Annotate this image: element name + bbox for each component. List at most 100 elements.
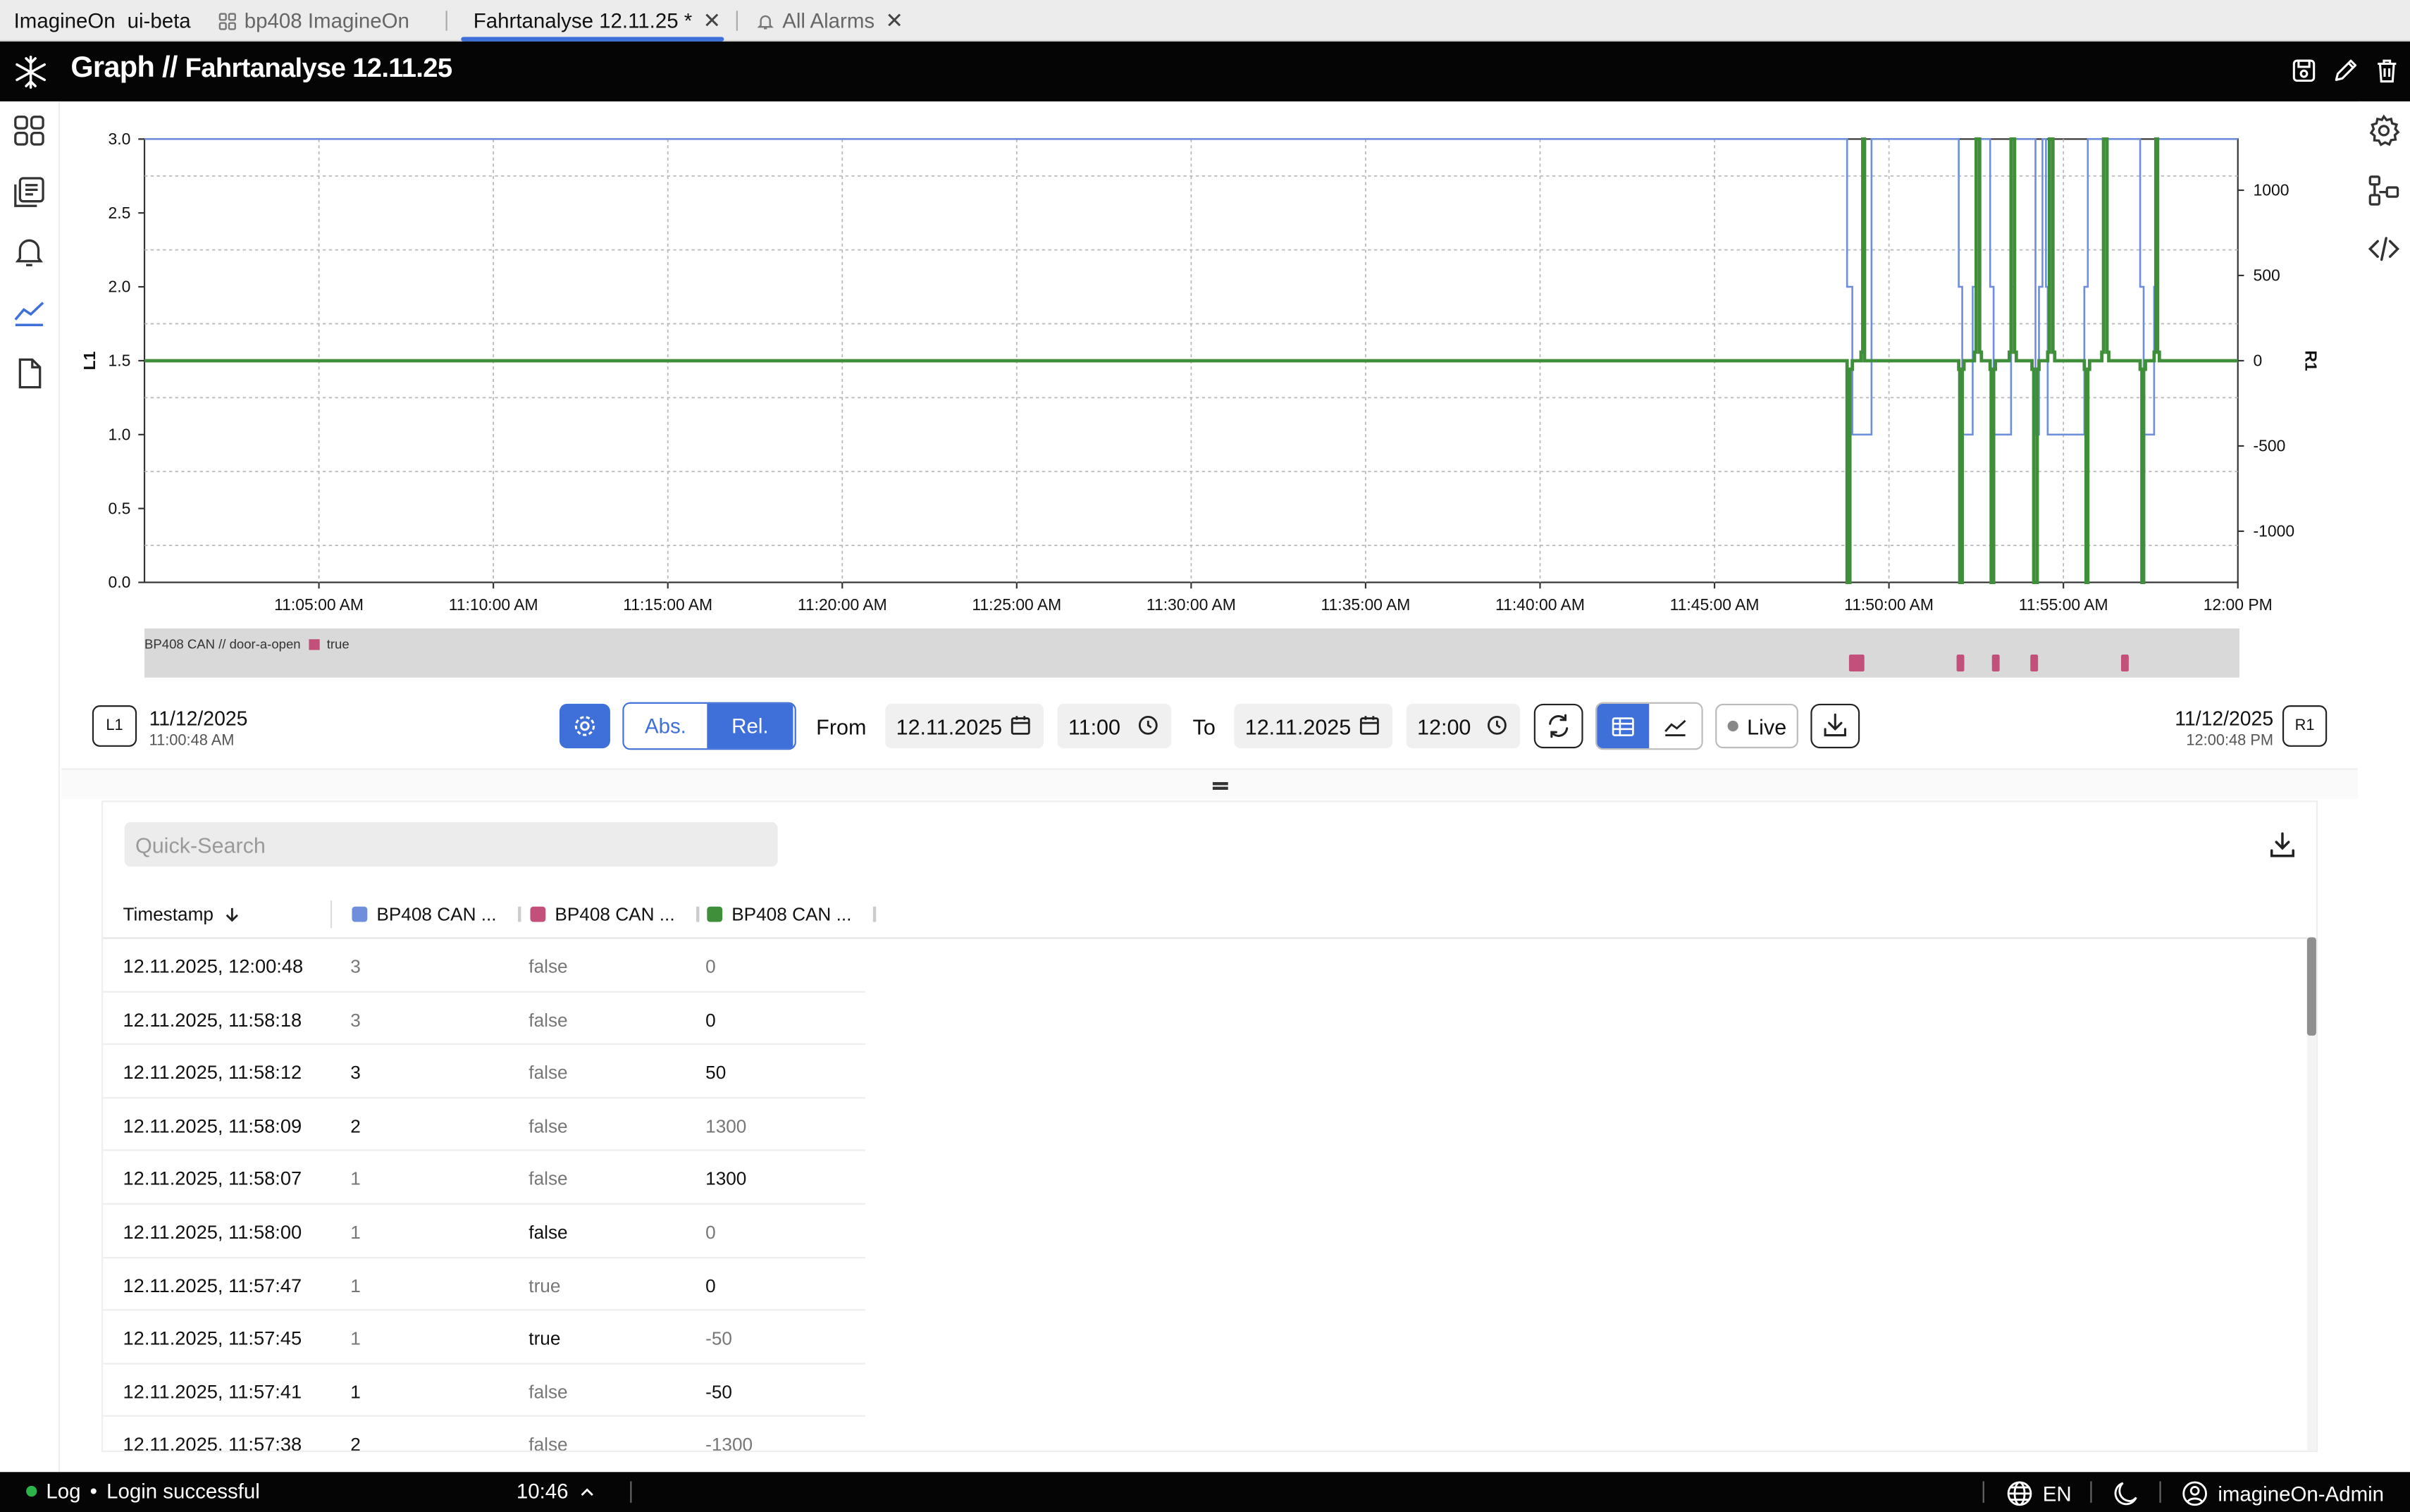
table-row[interactable]: 12.11.2025, 11:58:07 1 false 1300 [103,1151,865,1205]
tab-bar: ImagineOn ui-beta bp408 ImagineOn Fahrta… [0,0,2410,42]
column-header-series-3[interactable]: BP408 CAN ... [707,890,877,939]
state-true-marker[interactable] [2120,655,2129,672]
table-row[interactable]: 12.11.2025, 11:58:18 3 false 0 [103,992,865,1046]
x-tick-label: 11:05:00 AM [274,595,364,614]
from-date-input[interactable]: 12.11.2025 [885,703,1044,749]
quick-search-input[interactable]: Quick-Search [124,822,778,867]
app-root: ImagineOn ui-beta bp408 ImagineOn Fahrta… [0,0,2410,1512]
table-row[interactable]: 12.11.2025, 11:58:00 1 false 0 [103,1205,865,1258]
scrollbar-thumb[interactable] [2306,937,2316,1036]
column-header-series-1[interactable]: BP408 CAN ... [352,890,521,939]
table-row[interactable]: 12.11.2025, 11:57:45 1 true -50 [103,1311,865,1365]
code-icon[interactable] [2367,232,2401,266]
user-menu[interactable]: imagineOn-Admin [2181,1480,2384,1507]
trash-icon[interactable] [2373,57,2401,85]
column-resize-handle[interactable] [872,906,877,922]
column-resize-handle[interactable] [518,906,521,922]
view-toggle [1595,702,1703,750]
table-scrollbar[interactable] [2306,937,2316,1451]
log-status[interactable]: Log • Login successful [26,1480,260,1503]
calendar-icon[interactable] [1010,714,1032,736]
state-timeline[interactable]: BP408 CAN // door-a-open true [144,628,2239,678]
column-header-timestamp[interactable]: Timestamp [123,890,241,939]
table-row[interactable]: 12.11.2025, 12:00:48 3 false 0 [103,939,865,992]
to-date-input[interactable]: 12.11.2025 [1234,703,1393,749]
relative-mode-button[interactable]: Rel. [707,703,793,749]
status-divider [2159,1481,2161,1503]
bell-icon[interactable] [12,235,46,269]
refresh-button[interactable] [1533,703,1583,749]
sort-descending-icon[interactable] [223,905,241,924]
from-date-value: 12.11.2025 [896,714,1003,738]
documents-icon[interactable] [12,175,46,209]
chart-view-button[interactable] [1649,703,1702,749]
state-true-marker[interactable] [1956,655,1965,672]
state-swatch [308,638,319,650]
x-tick-label: 11:40:00 AM [1495,595,1585,614]
dashboard-grid-icon [218,12,236,30]
cell-value: false [529,1115,568,1137]
data-table-panel: Quick-Search Timestamp BP408 CAN ... BP4… [101,800,2318,1452]
save-icon[interactable] [2290,57,2318,85]
cell-value: false [529,1381,568,1403]
export-button[interactable] [1810,703,1860,749]
left-cursor-timestamp: 11/12/2025 11:00:48 AM [149,707,248,750]
language-selector[interactable]: EN [2006,1480,2072,1507]
dashboard-grid-icon[interactable] [12,113,46,147]
table-row[interactable]: 12.11.2025, 11:57:47 1 true 0 [103,1258,865,1311]
app-badge: ui-beta [127,8,191,32]
download-icon[interactable] [2267,830,2298,861]
cell-value: 0 [705,1008,716,1031]
close-icon[interactable]: ✕ [885,8,903,34]
y-right-tick-label: 0 [2254,352,2263,370]
settings-gear-icon[interactable] [2367,113,2401,147]
edit-icon[interactable] [2332,57,2359,85]
hierarchy-icon[interactable] [2367,173,2401,207]
y-left-tick-label: 2.5 [109,204,131,222]
graph-name: Fahrtanalyse 12.11.25 [185,52,452,83]
left-cursor-button[interactable]: L1 [92,705,137,747]
app-title: ImagineOn [13,8,116,32]
absolute-mode-button[interactable]: Abs. [624,703,707,749]
log-message: Login successful [106,1480,260,1503]
to-time-input[interactable]: 12:00 [1406,703,1521,749]
file-icon[interactable] [12,357,46,390]
y-left-axis-label: L1 [80,351,99,370]
table-row[interactable]: 12.11.2025, 11:57:41 1 false -50 [103,1364,865,1418]
column-resize-handle[interactable] [696,906,700,922]
state-true-marker[interactable] [2029,655,2038,672]
tab-separator [736,11,738,31]
user-avatar-icon [2182,1481,2207,1506]
tab-dashboard[interactable]: bp408 ImagineOn [218,0,409,42]
panel-splitter[interactable] [61,768,2358,800]
table-row[interactable]: 12.11.2025, 11:58:09 2 false 1300 [103,1098,865,1152]
theme-toggle[interactable] [2112,1480,2139,1507]
cell-value: false [529,1434,568,1452]
close-icon[interactable]: ✕ [703,8,722,34]
clock-status[interactable]: 10:46 [517,1480,596,1503]
graph-icon[interactable] [12,295,46,329]
x-tick-label: 11:35:00 AM [1321,595,1410,614]
range-settings-button[interactable] [559,703,610,749]
column-header-series-2[interactable]: BP408 CAN ... [530,890,700,939]
right-cursor-button[interactable]: R1 [2282,705,2328,747]
x-tick-label: 11:55:00 AM [2019,595,2108,614]
clock-icon[interactable] [1137,714,1159,736]
calendar-icon[interactable] [1359,714,1380,736]
line-chart[interactable]: 0.0 0.5 1.0 1.5 2.0 2.5 3.0 -1000 -500 0 500 1000 11… [61,101,2358,624]
series-swatch [707,906,723,922]
cell-value: -1300 [705,1434,753,1452]
y-left-tick-label: 0.0 [109,573,131,591]
tab-alarms[interactable]: All Alarms ✕ [756,0,903,42]
from-time-input[interactable]: 11:00 [1057,703,1172,749]
tab-graph-active[interactable]: Fahrtanalyse 12.11.25 * ✕ [461,0,724,42]
table-view-button[interactable] [1597,703,1650,749]
table-row[interactable]: 12.11.2025, 11:58:12 3 false 50 [103,1045,865,1098]
live-button[interactable]: Live [1715,703,1798,749]
clock-icon[interactable] [1486,714,1508,736]
table-row[interactable]: 12.11.2025, 11:57:38 2 false -1300 [103,1418,865,1452]
abs-rel-toggle: Abs. Rel. [622,702,796,750]
state-true-marker[interactable] [1991,655,1999,672]
state-true-marker[interactable] [1848,655,1864,672]
drag-handle-icon[interactable] [1212,782,1228,785]
